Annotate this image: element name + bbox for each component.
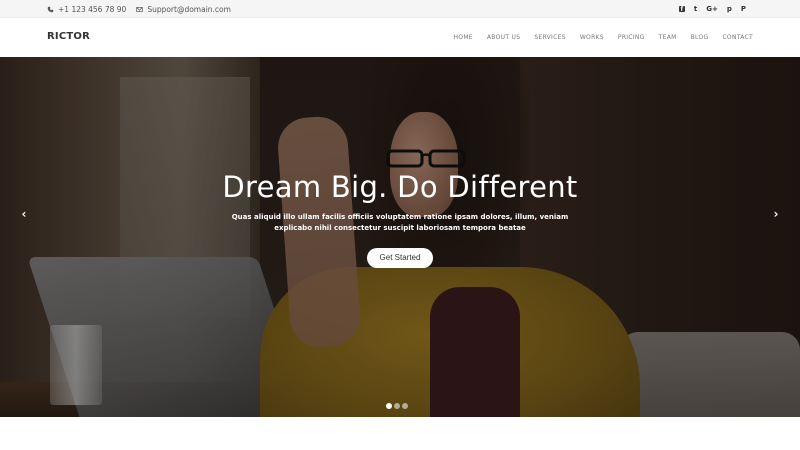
hero-content: Dream Big. Do Different Quas aliquid ill… [0, 57, 800, 417]
social-links: f t G+ p P [678, 0, 746, 18]
slider-dot-3[interactable] [402, 403, 408, 409]
phone-icon [47, 6, 54, 12]
hero-subtitle: Quas aliquid illo ullam facilis officiis… [231, 213, 569, 232]
top-bar: +1 123 456 78 90 Support@domain.com f t … [0, 0, 800, 18]
get-started-button[interactable]: Get Started [367, 248, 433, 268]
email-address: Support@domain.com [147, 4, 231, 14]
pinterest-p-icon[interactable]: P [741, 5, 746, 13]
slider-dot-2[interactable] [394, 403, 400, 409]
nav-item-blog[interactable]: BLOG [691, 34, 709, 41]
hero-title: Dream Big. Do Different [222, 170, 578, 204]
nav-item-team[interactable]: TEAM [659, 34, 677, 41]
hero-slider: Dream Big. Do Different Quas aliquid ill… [0, 57, 800, 417]
nav-item-home[interactable]: HOME [454, 34, 473, 41]
google-plus-icon[interactable]: G+ [706, 5, 718, 13]
phone-contact[interactable]: +1 123 456 78 90 [47, 5, 126, 14]
twitter-icon[interactable]: t [694, 5, 697, 13]
nav-item-works[interactable]: WORKS [580, 34, 604, 41]
contact-info: +1 123 456 78 90 Support@domain.com [47, 0, 231, 18]
prev-slide-arrow-icon[interactable]: ‹ [18, 207, 30, 221]
envelope-icon [136, 6, 143, 12]
facebook-icon[interactable]: f [678, 6, 685, 13]
phone-number: +1 123 456 78 90 [58, 4, 127, 14]
nav-item-about-us[interactable]: ABOUT US [487, 34, 520, 41]
main-navbar: RICTOR HOME ABOUT US SERVICES WORKS PRIC… [0, 18, 800, 57]
slider-pagination [386, 403, 408, 409]
next-slide-arrow-icon[interactable]: › [770, 207, 782, 221]
slider-dot-1[interactable] [386, 403, 392, 409]
pinterest-icon[interactable]: p [727, 5, 732, 13]
nav-item-pricing[interactable]: PRICING [618, 34, 645, 41]
brand-logo[interactable]: RICTOR [47, 31, 90, 42]
email-contact[interactable]: Support@domain.com [136, 5, 231, 14]
main-menu: HOME ABOUT US SERVICES WORKS PRICING TEA… [454, 18, 754, 57]
nav-item-contact[interactable]: CONTACT [722, 34, 753, 41]
nav-item-services[interactable]: SERVICES [534, 34, 566, 41]
